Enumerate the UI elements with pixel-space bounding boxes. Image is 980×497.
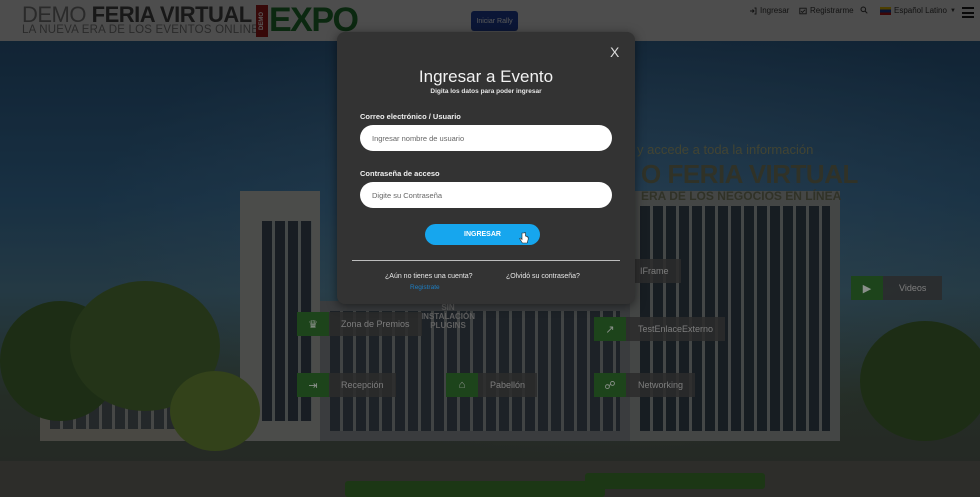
password-field[interactable]	[360, 182, 612, 208]
modal-title: Ingresar a Evento	[418, 67, 554, 86]
email-field[interactable]	[360, 125, 612, 151]
no-account-text: ¿Aún no tienes una cuenta?	[385, 273, 473, 280]
register-link[interactable]: Registrate	[410, 284, 440, 291]
email-label: Correo electrónico / Usuario	[360, 112, 461, 121]
forgot-password-link[interactable]: ¿Olvidó su contraseña?	[506, 273, 580, 280]
password-label: Contraseña de acceso	[360, 169, 440, 178]
close-icon[interactable]: X	[610, 44, 619, 60]
modal-divider	[352, 260, 620, 261]
modal-subtitle: Digita los datos para poder ingresar	[430, 88, 542, 95]
login-modal: X Ingresar a Evento Digita los datos par…	[337, 32, 635, 304]
hand-cursor-icon	[519, 232, 529, 244]
